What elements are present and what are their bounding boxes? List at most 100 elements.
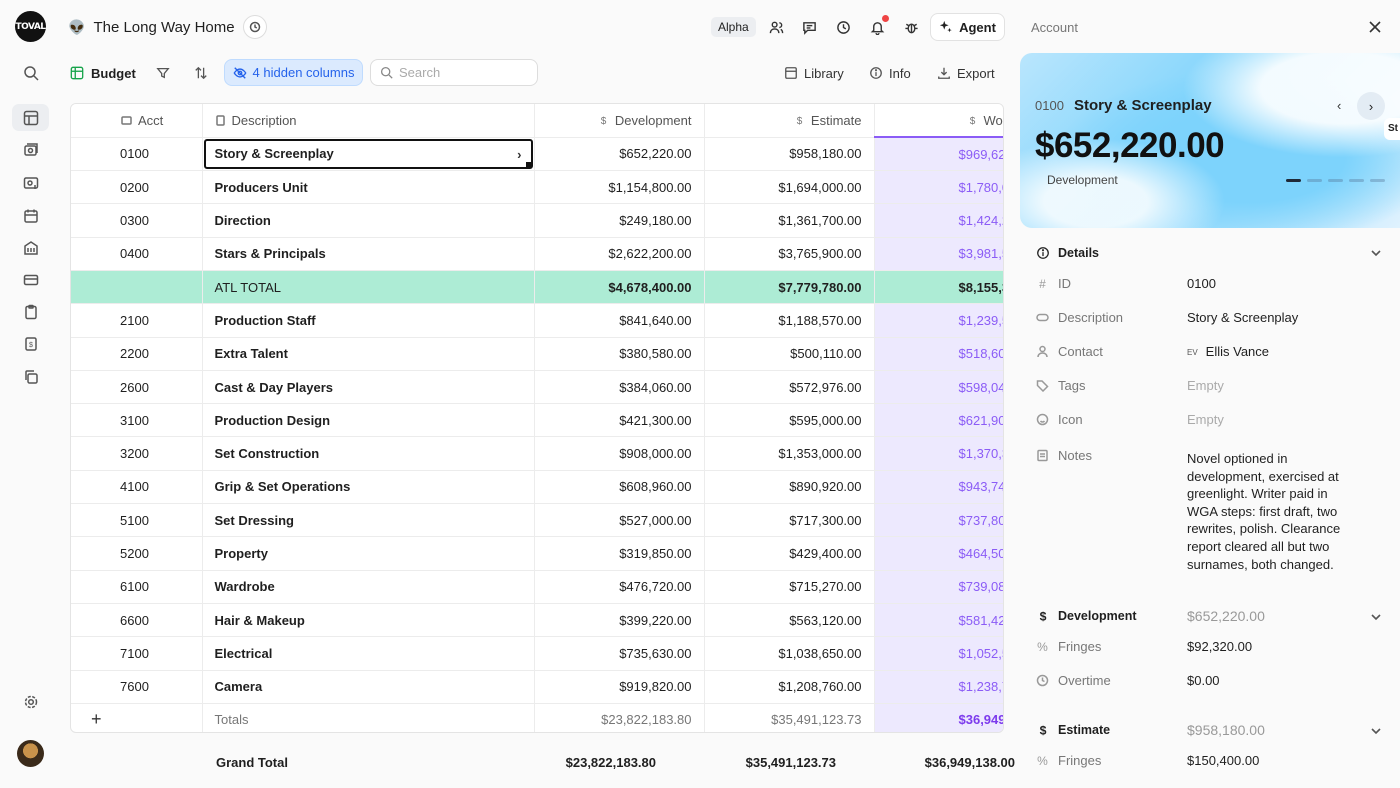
- chevron-down-icon[interactable]: [1370, 247, 1384, 261]
- prop-notes-value[interactable]: Novel optioned in development, exercised…: [1187, 450, 1347, 573]
- chevron-down-icon[interactable]: [1370, 611, 1384, 625]
- user-avatar[interactable]: [17, 740, 44, 767]
- cell-development[interactable]: $1,154,800.00: [534, 170, 705, 205]
- column-header-development[interactable]: $ Development: [534, 104, 705, 138]
- cell-development[interactable]: $319,850.00: [534, 536, 705, 571]
- search-icon[interactable]: [12, 59, 49, 86]
- cell-acct[interactable]: 5200: [71, 536, 203, 571]
- estimate-section-header[interactable]: $ Estimate: [1036, 720, 1111, 740]
- cell-estimate[interactable]: $3,765,900.00: [704, 237, 875, 271]
- table-row[interactable]: 0100 Story & Screenplay › $652,220.00 $958,1…: [71, 137, 1003, 172]
- bug-icon[interactable]: [901, 17, 921, 37]
- cell-description[interactable]: Wardrobe: [202, 570, 535, 604]
- cell-acct[interactable]: 2100: [71, 303, 203, 338]
- table-row[interactable]: 0400 Stars & Principals $2,622,200.00 $3,76…: [71, 237, 1003, 271]
- cell-working[interactable]: $8,155,32: [874, 270, 1003, 305]
- building-icon[interactable]: [12, 234, 49, 261]
- cell-acct[interactable]: 7100: [71, 636, 203, 671]
- close-icon[interactable]: [1366, 18, 1384, 36]
- hidden-columns-button[interactable]: 4 hidden columns: [224, 59, 363, 86]
- table-row[interactable]: 0200 Producers Unit $1,154,800.00 $1,694,00…: [71, 170, 1003, 205]
- atl-total-row[interactable]: ATL TOTAL $4,678,400.00 $7,779,780.00 $8,15…: [71, 270, 1003, 305]
- cell-working[interactable]: $598,04: [874, 370, 1003, 405]
- cell-estimate[interactable]: $1,353,000.00: [704, 436, 875, 471]
- column-header-acct[interactable]: Acct: [71, 104, 203, 138]
- cell-estimate[interactable]: $500,110.00: [704, 337, 875, 371]
- carousel-dot[interactable]: [1328, 179, 1343, 182]
- cell-estimate[interactable]: $595,000.00: [704, 403, 875, 438]
- cell-development[interactable]: $399,220.00: [534, 603, 705, 638]
- cell-estimate[interactable]: $1,038,650.00: [704, 636, 875, 671]
- cell-acct[interactable]: 6600: [71, 603, 203, 638]
- credit-card-icon[interactable]: [12, 266, 49, 293]
- dev-overtime-value[interactable]: $0.00: [1187, 673, 1220, 688]
- table-row[interactable]: 3200 Set Construction $908,000.00 $1,353,00…: [71, 436, 1003, 471]
- carousel-dot[interactable]: [1370, 179, 1385, 182]
- camera-roll-icon[interactable]: [12, 136, 49, 163]
- cell-description[interactable]: Grip & Set Operations: [202, 470, 535, 505]
- settings-icon[interactable]: [12, 688, 49, 715]
- carousel-dot[interactable]: [1349, 179, 1364, 182]
- chevron-right-icon[interactable]: ›: [517, 147, 521, 162]
- cell-acct[interactable]: 0300: [71, 203, 203, 238]
- cell-acct[interactable]: 2200: [71, 337, 203, 371]
- carousel-dot[interactable]: [1307, 179, 1322, 182]
- cell-description[interactable]: ATL TOTAL: [202, 270, 535, 305]
- cell-description[interactable]: Set Dressing: [202, 503, 535, 538]
- cell-development[interactable]: $2,622,200.00: [534, 237, 705, 271]
- cell-working[interactable]: $1,780,00: [874, 170, 1003, 205]
- library-button[interactable]: Library: [784, 62, 844, 84]
- prop-tags-value[interactable]: Empty: [1187, 378, 1224, 393]
- cell-acct[interactable]: 5100: [71, 503, 203, 538]
- cell-description[interactable]: Extra Talent: [202, 337, 535, 371]
- info-button[interactable]: Info: [869, 62, 911, 84]
- table-row[interactable]: 2100 Production Staff $841,640.00 $1,188,57…: [71, 303, 1003, 338]
- cell-acct[interactable]: 3100: [71, 403, 203, 438]
- table-row[interactable]: 3100 Production Design $421,300.00 $595,000…: [71, 403, 1003, 438]
- table-row[interactable]: 2600 Cast & Day Players $384,060.00 $572,97…: [71, 370, 1003, 405]
- calendar-check-icon[interactable]: [12, 202, 49, 229]
- cell-description[interactable]: Stars & Principals: [202, 237, 535, 271]
- prop-icon-value[interactable]: Empty: [1187, 412, 1224, 427]
- cell-working[interactable]: $581,42: [874, 603, 1003, 638]
- clock-history-icon[interactable]: [833, 17, 853, 37]
- cell-acct[interactable]: 0400: [71, 237, 203, 271]
- cell-acct[interactable]: 3200: [71, 436, 203, 471]
- cell-working[interactable]: $737,80: [874, 503, 1003, 538]
- cell-acct[interactable]: [71, 270, 203, 305]
- cell-working[interactable]: $1,424,20: [874, 203, 1003, 238]
- table-row[interactable]: 7100 Electrical $735,630.00 $1,038,650.00 $1…: [71, 636, 1003, 671]
- prop-contact-value[interactable]: EV Ellis Vance: [1187, 344, 1269, 359]
- cell-acct[interactable]: 0200: [71, 170, 203, 205]
- table-row[interactable]: 5100 Set Dressing $527,000.00 $717,300.00 $7…: [71, 503, 1003, 538]
- clipboard-icon[interactable]: [12, 298, 49, 325]
- search-input[interactable]: [399, 65, 529, 80]
- cell-description[interactable]: Set Construction: [202, 436, 535, 471]
- cell-working[interactable]: $518,60: [874, 337, 1003, 371]
- history-icon[interactable]: [242, 15, 267, 39]
- table-row[interactable]: 7600 Camera $919,820.00 $1,208,760.00 $1,238…: [71, 670, 1003, 704]
- cell-estimate[interactable]: $429,400.00: [704, 536, 875, 571]
- cell-acct[interactable]: 4100: [71, 470, 203, 505]
- cell-development[interactable]: $249,180.00: [534, 203, 705, 238]
- cell-working[interactable]: $621,90: [874, 403, 1003, 438]
- table-row[interactable]: 4100 Grip & Set Operations $608,960.00 $890…: [71, 470, 1003, 505]
- cell-working[interactable]: $1,052,50: [874, 636, 1003, 671]
- column-header-description[interactable]: Description: [202, 104, 535, 138]
- development-section-header[interactable]: $ Development: [1036, 606, 1137, 626]
- chevron-right-icon[interactable]: ›: [1357, 92, 1385, 120]
- cell-estimate[interactable]: $563,120.00: [704, 603, 875, 638]
- cell-estimate[interactable]: $958,180.00: [704, 137, 875, 172]
- cell-working[interactable]: $1,370,30: [874, 436, 1003, 471]
- cell-working[interactable]: $969,62: [874, 137, 1003, 172]
- cell-development[interactable]: $527,000.00: [534, 503, 705, 538]
- cell-estimate[interactable]: $890,920.00: [704, 470, 875, 505]
- cell-description[interactable]: Electrical: [202, 636, 535, 671]
- cell-development[interactable]: $841,640.00: [534, 303, 705, 338]
- export-button[interactable]: Export: [937, 62, 995, 84]
- cell-development[interactable]: $384,060.00: [534, 370, 705, 405]
- cell-description[interactable]: Hair & Makeup: [202, 603, 535, 638]
- cell-development[interactable]: $476,720.00: [534, 570, 705, 604]
- cell-working[interactable]: $1,239,52: [874, 303, 1003, 338]
- chevron-down-icon[interactable]: [1370, 725, 1384, 739]
